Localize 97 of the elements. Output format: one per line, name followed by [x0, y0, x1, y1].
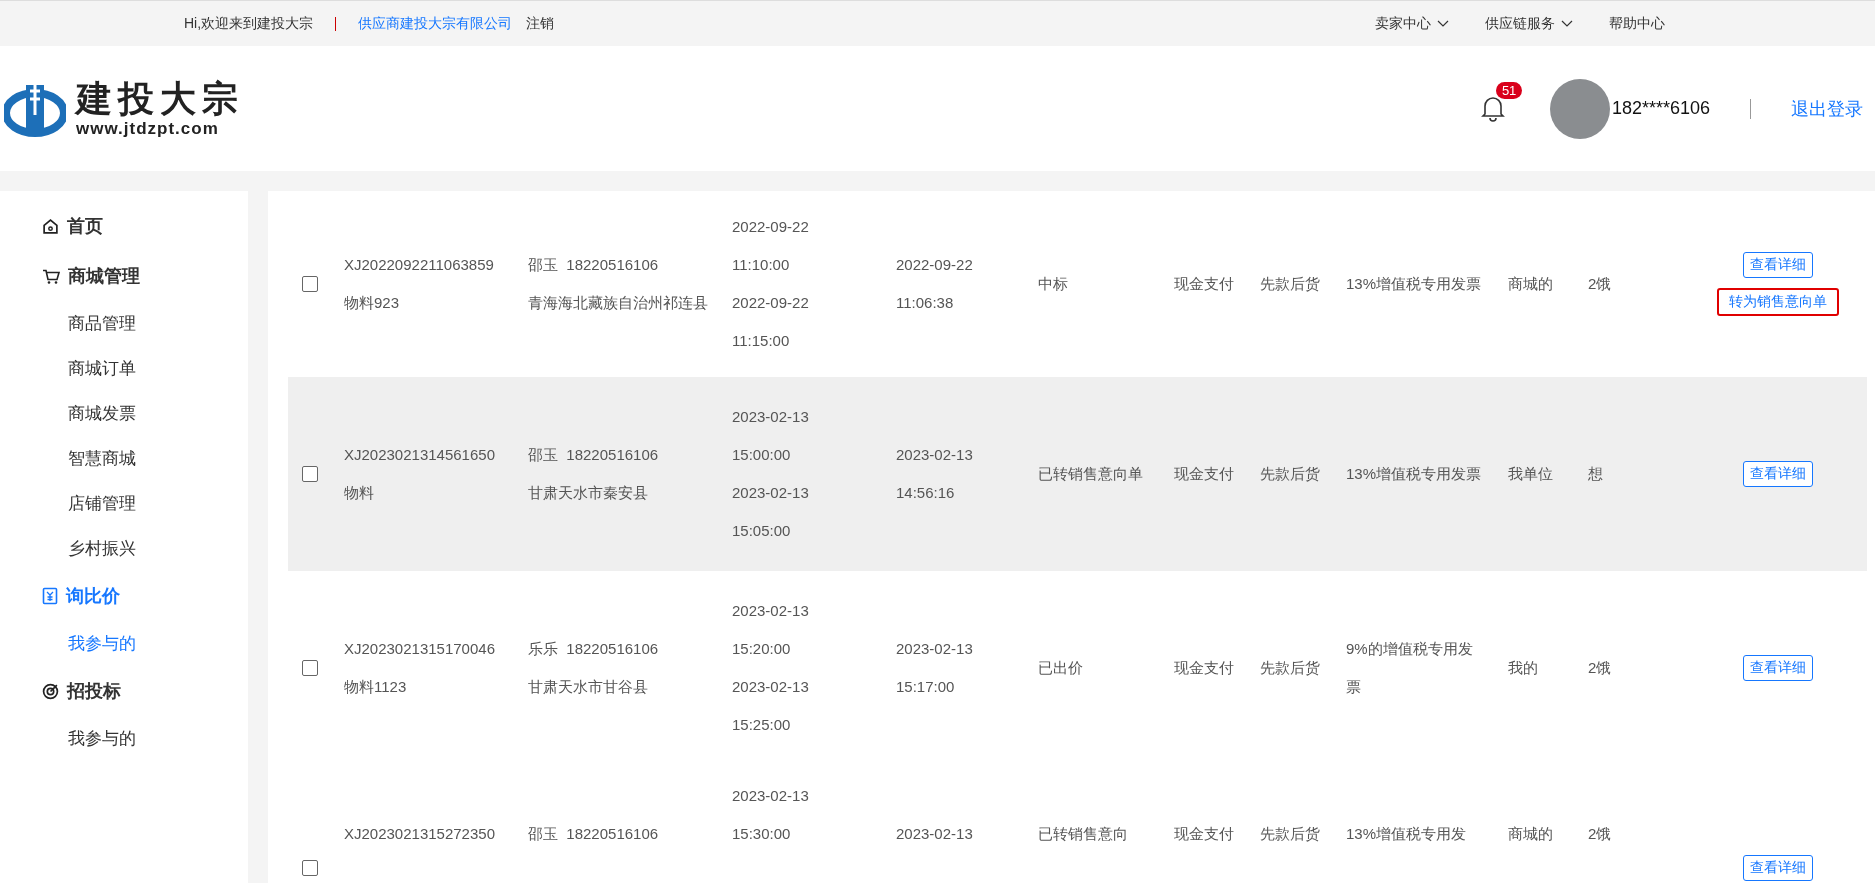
material-name: 物料 — [344, 483, 375, 503]
created-time: 2023-02-13 — [896, 639, 974, 659]
row-checkbox[interactable] — [302, 860, 318, 876]
note-text: 2饿 — [1588, 824, 1613, 844]
price-tag-icon — [42, 587, 58, 605]
created-time: 11:06:38 — [896, 293, 955, 313]
status-text: 中标 — [1038, 274, 1069, 294]
invoice-text: 13%增值税专用发票 — [1346, 274, 1483, 294]
top-menu[interactable]: 帮助中心 — [1609, 14, 1665, 33]
delivery-text: 先款后货 — [1260, 464, 1321, 484]
notification-badge: 51 — [1495, 81, 1523, 99]
sidebar-group[interactable]: 招投标 — [42, 666, 248, 716]
end-time: 15:25:00 — [732, 715, 792, 735]
chevron-down-icon — [1561, 19, 1573, 28]
action-button[interactable]: 查看详细 — [1742, 252, 1813, 278]
material-name: 物料1123 — [344, 677, 408, 697]
contact-text: 邵玉 18220516106 — [528, 445, 660, 465]
sidebar-group[interactable]: 商城管理 — [42, 251, 248, 301]
row-checkbox[interactable] — [302, 660, 318, 676]
material-name: 物料923 — [344, 293, 401, 313]
created-time: 15:17:00 — [896, 677, 956, 697]
invoice-text: 13%增值税专用发票 — [1346, 464, 1483, 484]
start-time: 2022-09-22 — [732, 217, 810, 237]
sidebar-item[interactable]: 智慧商城 — [68, 436, 248, 481]
note-text: 2饿 — [1588, 658, 1613, 678]
home-icon — [42, 217, 59, 235]
contact-text: 邵玉 18220516106 — [528, 255, 660, 275]
sidebar-item[interactable]: 商城发票 — [68, 391, 248, 436]
action-button[interactable]: 查看详细 — [1742, 655, 1813, 681]
welcome-text: Hi,欢迎来到建投大宗 — [184, 14, 314, 33]
contact-text: 乐乐 18220516106 — [528, 639, 660, 659]
inquiry-code: XJ2023021314561650 — [344, 445, 496, 465]
start-time: 11:10:00 — [732, 255, 791, 275]
logout-link[interactable]: 退出登录 — [1791, 96, 1863, 121]
delivery-text: 先款后货 — [1260, 824, 1321, 844]
invoice-text: 9%的增值税专用发票 — [1346, 639, 1474, 697]
end-time: 2023-02-13 — [732, 677, 810, 697]
start-time: 15:30:00 — [732, 824, 792, 844]
created-time: 14:56:16 — [896, 483, 956, 503]
delivery-text: 先款后货 — [1260, 274, 1321, 294]
created-time: 2023-02-13 — [896, 824, 974, 844]
top-menu[interactable]: 供应链服务 — [1485, 14, 1573, 33]
target-icon — [42, 682, 59, 700]
start-time: 2023-02-13 — [732, 786, 810, 806]
sidebar-item[interactable]: 商城订单 — [68, 346, 248, 391]
user-name: 182****6106 — [1611, 98, 1710, 119]
unit-text: 商城的 — [1508, 274, 1554, 294]
sidebar-item[interactable]: 店铺管理 — [68, 481, 248, 526]
logo-url: www.jtdzpt.com — [76, 118, 220, 139]
payment-text: 现金支付 — [1174, 824, 1235, 844]
end-time: 2023-02-13 — [732, 483, 810, 503]
note-text: 想 — [1588, 464, 1604, 484]
unit-text: 商城的 — [1508, 824, 1554, 844]
payment-text: 现金支付 — [1174, 464, 1235, 484]
note-text: 2饿 — [1588, 274, 1613, 294]
address-text: 甘肃天水市甘谷县 — [528, 677, 649, 697]
action-button[interactable]: 查看详细 — [1742, 461, 1813, 487]
status-text: 已转销售意向 — [1038, 824, 1129, 844]
logo-name: 建投大宗 — [76, 78, 244, 119]
action-button[interactable]: 转为销售意向单 — [1716, 288, 1839, 316]
sidebar-item[interactable]: 商品管理 — [68, 301, 248, 346]
cart-icon — [42, 267, 60, 285]
invoice-text: 13%增值税专用发 — [1346, 824, 1468, 844]
sidebar-group[interactable]: 询比价 — [42, 571, 248, 621]
unit-text: 我单位 — [1508, 464, 1554, 484]
created-time: 2022-09-22 — [896, 255, 974, 275]
end-time: 15:05:00 — [732, 521, 792, 541]
start-time: 15:00:00 — [732, 445, 792, 465]
contact-text: 邵玉 18220516106 — [528, 824, 660, 844]
start-time: 15:20:00 — [732, 639, 792, 659]
chevron-down-icon — [1437, 19, 1449, 28]
logout-link[interactable]: 注销 — [526, 14, 555, 33]
company-link[interactable]: 供应商建投大宗有限公司 — [358, 14, 513, 33]
unit-text: 我的 — [1508, 658, 1539, 678]
sidebar-group[interactable]: 首页 — [42, 201, 248, 251]
start-time: 2023-02-13 — [732, 407, 810, 427]
sidebar-item[interactable]: 乡村振兴 — [68, 526, 248, 571]
status-text: 已转销售意向单 — [1038, 464, 1144, 484]
row-checkbox[interactable] — [302, 276, 318, 292]
start-time: 2023-02-13 — [732, 601, 810, 621]
inquiry-code: XJ2022092211063859 — [344, 255, 495, 275]
end-time: 2022-09-22 — [732, 293, 810, 313]
end-time: 11:15:00 — [732, 331, 791, 351]
address-text: 青海海北藏族自治州祁连县 — [528, 293, 709, 313]
top-menu[interactable]: 卖家中心 — [1375, 14, 1449, 33]
inquiry-code: XJ2023021315170046 — [344, 639, 496, 659]
address-text: 甘肃天水市秦安县 — [528, 483, 649, 503]
created-time: 2023-02-13 — [896, 445, 974, 465]
sidebar-item[interactable]: 我参与的 — [68, 716, 248, 761]
status-text: 已出价 — [1038, 658, 1084, 678]
action-button[interactable]: 查看详细 — [1742, 855, 1813, 881]
sidebar-item[interactable]: 我参与的 — [68, 621, 248, 666]
payment-text: 现金支付 — [1174, 658, 1235, 678]
inquiry-code: XJ2023021315272350 — [344, 824, 496, 844]
payment-text: 现金支付 — [1174, 274, 1235, 294]
delivery-text: 先款后货 — [1260, 658, 1321, 678]
row-checkbox[interactable] — [302, 466, 318, 482]
